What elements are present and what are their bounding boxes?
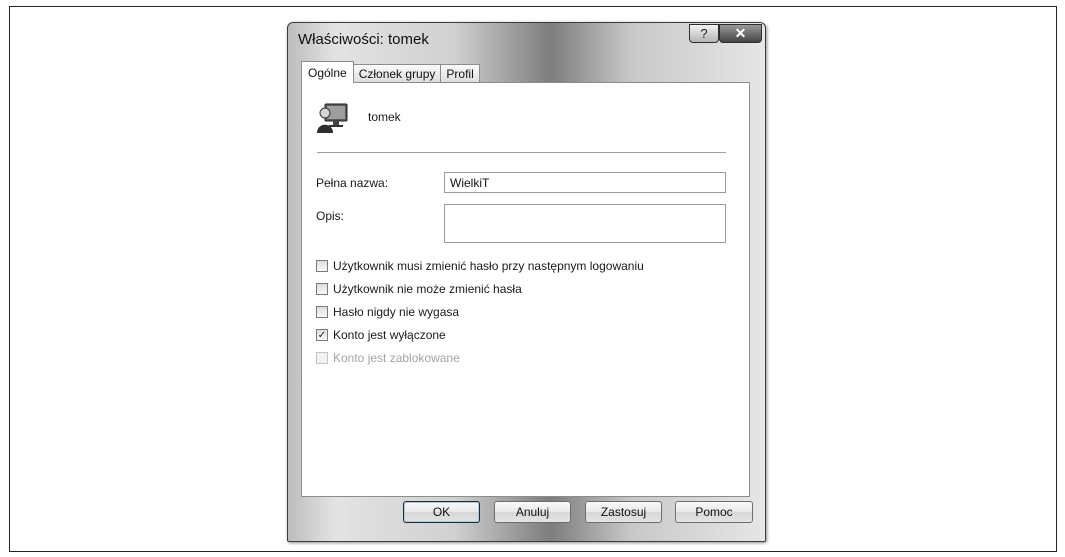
tab-general[interactable]: Ogólne bbox=[301, 61, 354, 83]
cannot-change-password-checkbox[interactable]: Użytkownik nie może zmienić hasła bbox=[316, 282, 522, 296]
checkbox-box bbox=[316, 352, 328, 364]
checkmark-icon: ✓ bbox=[317, 329, 327, 341]
checkbox-label: Konto jest zablokowane bbox=[333, 351, 460, 365]
tab-profile[interactable]: Profil bbox=[440, 64, 480, 83]
help-button[interactable]: Pomoc bbox=[675, 501, 753, 523]
checkbox-box bbox=[316, 283, 328, 295]
full-name-label: Pełna nazwa: bbox=[316, 176, 389, 190]
tab-bar: Ogólne Członek grupy Profil bbox=[301, 61, 480, 83]
question-icon: ? bbox=[700, 26, 708, 41]
checkbox-box: ✓ bbox=[316, 329, 328, 341]
properties-dialog: Właściwości: tomek ? ✕ Ogólne Członek gr… bbox=[287, 22, 766, 542]
general-tab-panel: tomek Pełna nazwa: Opis: Użytkownik musi… bbox=[301, 82, 750, 497]
apply-button[interactable]: Zastosuj bbox=[585, 501, 662, 523]
checkbox-label: Użytkownik musi zmienić hasło przy nastę… bbox=[333, 259, 644, 273]
close-icon: ✕ bbox=[734, 25, 747, 41]
separator bbox=[317, 152, 726, 153]
password-never-expires-checkbox[interactable]: Hasło nigdy nie wygasa bbox=[316, 305, 459, 319]
checkbox-box bbox=[316, 306, 328, 318]
checkbox-label: Użytkownik nie może zmienić hasła bbox=[333, 282, 522, 296]
checkbox-box bbox=[316, 260, 328, 272]
window-title: Właściwości: tomek bbox=[298, 31, 429, 48]
account-disabled-checkbox[interactable]: ✓ Konto jest wyłączone bbox=[316, 328, 446, 342]
full-name-input[interactable] bbox=[444, 172, 726, 193]
checkbox-label: Hasło nigdy nie wygasa bbox=[333, 305, 460, 319]
tab-group-membership[interactable]: Członek grupy bbox=[352, 64, 442, 83]
account-locked-checkbox: Konto jest zablokowane bbox=[316, 351, 460, 365]
description-input[interactable] bbox=[444, 204, 726, 243]
description-label: Opis: bbox=[316, 209, 345, 223]
help-caption-button[interactable]: ? bbox=[689, 24, 719, 43]
user-account-icon bbox=[317, 103, 348, 133]
cancel-button[interactable]: Anuluj bbox=[494, 501, 571, 523]
close-button[interactable]: ✕ bbox=[719, 24, 762, 43]
user-name: tomek bbox=[368, 110, 401, 124]
must-change-password-checkbox[interactable]: Użytkownik musi zmienić hasło przy nastę… bbox=[316, 259, 644, 273]
checkbox-label: Konto jest wyłączone bbox=[333, 328, 446, 342]
ok-button[interactable]: OK bbox=[403, 501, 480, 523]
